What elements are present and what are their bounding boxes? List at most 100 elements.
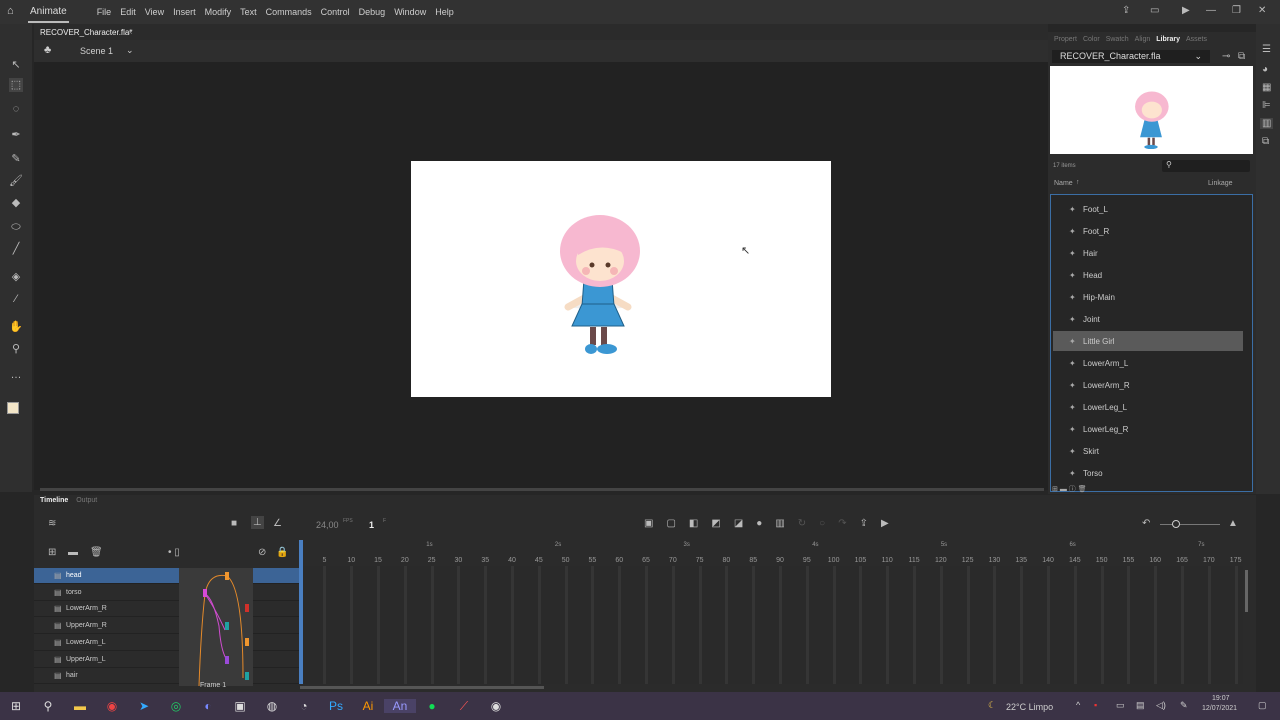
menu-window[interactable]: Window: [394, 7, 426, 17]
line-icon[interactable]: ╱: [9, 242, 23, 256]
layer-row[interactable]: ▤ UpperArm_R: [34, 618, 300, 635]
new-layer-icon[interactable]: ⊞: [48, 547, 56, 558]
close-tab-icon[interactable]: ×: [128, 28, 133, 37]
file-explorer-icon[interactable]: ▬: [64, 699, 96, 713]
stage-scrollbar[interactable]: [40, 488, 1044, 491]
insert-frame-icon[interactable]: ◧: [689, 518, 698, 529]
scene-name[interactable]: Scene 1: [80, 46, 113, 56]
remove-tween-icon[interactable]: ◪: [734, 518, 743, 529]
edit-multiple-frames-icon[interactable]: ▥: [775, 518, 784, 529]
fill-color-swatch[interactable]: [7, 402, 19, 414]
frame-ruler[interactable]: 5 10 15 20 25 30 35 40 45 50 55 60 65 70 75 80 85 90 95 100…: [303, 540, 1243, 566]
tab-output[interactable]: Output: [76, 497, 97, 504]
spotify-icon[interactable]: ●: [416, 699, 448, 713]
pen-icon[interactable]: ✒: [9, 128, 23, 142]
library-item[interactable]: ✦ Hip-Main: [1053, 287, 1243, 307]
tab-assets[interactable]: Assets: [1186, 36, 1207, 43]
delete-icon[interactable]: 🗑: [1078, 486, 1087, 493]
layer-parenting-icon[interactable]: ⊥: [251, 516, 264, 529]
brush-icon[interactable]: ✎: [9, 152, 23, 166]
color-panel-icon[interactable]: ◕: [1262, 64, 1268, 75]
symbol-icon[interactable]: ♣: [44, 44, 51, 56]
library-item[interactable]: ✦ Joint: [1053, 309, 1243, 329]
properties-panel-icon[interactable]: ☰: [1262, 44, 1271, 55]
graph-icon[interactable]: ∠: [273, 518, 282, 529]
tab-library[interactable]: Library: [1156, 36, 1180, 43]
insert-blank-keyframe-icon[interactable]: ▢: [666, 518, 675, 529]
tab-timeline[interactable]: Timeline: [40, 497, 68, 504]
library-item[interactable]: ✦ Foot_R: [1053, 221, 1243, 241]
pin-icon[interactable]: ⊸: [1222, 51, 1230, 62]
library-item[interactable]: ✦ LowerLeg_L: [1053, 397, 1243, 417]
hand-icon[interactable]: ✋: [9, 320, 23, 334]
menu-view[interactable]: View: [145, 7, 164, 17]
sort-arrow-icon[interactable]: ↑: [1076, 179, 1080, 186]
library-item[interactable]: ✦ Head: [1053, 265, 1243, 285]
library-icon[interactable]: ▥: [1260, 118, 1274, 129]
display-icon[interactable]: ▭: [1116, 700, 1125, 711]
library-item[interactable]: ✦ Hair: [1053, 243, 1243, 263]
stage-canvas[interactable]: [411, 161, 831, 397]
selection-tool-icon[interactable]: ↖: [9, 58, 23, 72]
menu-help[interactable]: Help: [435, 7, 454, 17]
insert-keyframe-icon[interactable]: ▣: [644, 518, 653, 529]
library-search-input[interactable]: ⚲: [1162, 160, 1250, 172]
align-icon[interactable]: ⊫: [1262, 100, 1271, 111]
library-item[interactable]: ✦ LowerArm_L: [1053, 353, 1243, 373]
more-tools-icon[interactable]: …: [9, 368, 23, 382]
show-hide-icon[interactable]: ⊘: [258, 547, 266, 558]
library-item[interactable]: ✦ Skirt: [1053, 441, 1243, 461]
lock-icon[interactable]: 🔒: [276, 547, 288, 558]
assets-icon[interactable]: ⧉: [1262, 136, 1269, 147]
telegram-icon[interactable]: ➤: [128, 699, 160, 713]
library-item[interactable]: ✦ Foot_L: [1053, 199, 1243, 219]
layer-row[interactable]: ▤ LowerArm_L: [34, 635, 300, 651]
center-frame-icon[interactable]: ↶: [1142, 518, 1150, 529]
timeline-scrollbar[interactable]: [300, 686, 544, 689]
steam-icon[interactable]: ◍: [256, 699, 288, 713]
animate-icon[interactable]: An: [384, 699, 416, 713]
redo-icon[interactable]: ↷: [838, 518, 846, 529]
menu-control[interactable]: Control: [321, 7, 350, 17]
clock-date[interactable]: 12/07/2021: [1202, 705, 1237, 712]
windows-start-icon[interactable]: ⊞: [0, 699, 32, 713]
swatches-icon[interactable]: ▦: [1262, 82, 1271, 93]
new-symbol-icon[interactable]: ⊞: [1052, 486, 1058, 493]
play-icon[interactable]: ▶: [881, 518, 889, 529]
menu-debug[interactable]: Debug: [359, 7, 386, 17]
new-library-icon[interactable]: ⧉: [1238, 51, 1245, 62]
menu-file[interactable]: File: [97, 7, 112, 17]
layer-row[interactable]: ▤ LowerArm_R: [34, 601, 300, 618]
playhead[interactable]: [299, 540, 303, 684]
create-tween-icon[interactable]: ◩: [711, 518, 720, 529]
paint-brush-icon[interactable]: 🖌: [9, 174, 23, 188]
photoshop-icon[interactable]: Ps: [320, 699, 352, 713]
layout-icon[interactable]: ▭: [1150, 5, 1159, 16]
clock-time[interactable]: 19:07: [1212, 695, 1230, 702]
search-icon[interactable]: ⚲: [32, 699, 64, 713]
menu-commands[interactable]: Commands: [266, 7, 312, 17]
layers-scrollbar[interactable]: [1245, 570, 1248, 612]
fps-value[interactable]: 24,00: [316, 520, 339, 530]
loop-icon[interactable]: ↻: [798, 518, 806, 529]
lasso-icon[interactable]: ◌: [9, 102, 23, 116]
layers-icon[interactable]: ≋: [48, 518, 56, 529]
menu-edit[interactable]: Edit: [120, 7, 136, 17]
properties-icon[interactable]: ⓘ: [1069, 486, 1076, 493]
weather-text[interactable]: 22°C Limpo: [1006, 702, 1053, 712]
tab-color[interactable]: Color: [1083, 36, 1100, 43]
new-folder-icon[interactable]: ▬: [68, 547, 78, 558]
library-item[interactable]: ✦ LowerArm_R: [1053, 375, 1243, 395]
tab-propert[interactable]: Propert: [1054, 36, 1077, 43]
menu-modify[interactable]: Modify: [205, 7, 232, 17]
paint-bucket-icon[interactable]: ◈: [9, 270, 23, 284]
obs-icon[interactable]: ◉: [480, 699, 512, 713]
camera-icon[interactable]: ■: [231, 518, 237, 529]
volume-icon[interactable]: ◁): [1156, 700, 1166, 711]
app-icon-2[interactable]: ⟋: [448, 699, 480, 714]
notifications-icon[interactable]: ▢: [1258, 700, 1267, 711]
tab-swatch[interactable]: Swatch: [1106, 36, 1129, 43]
library-item[interactable]: ✦ Little Girl: [1053, 331, 1243, 351]
library-item[interactable]: ✦ Torso: [1053, 463, 1243, 483]
layer-row[interactable]: ▤ UpperArm_L: [34, 652, 300, 668]
